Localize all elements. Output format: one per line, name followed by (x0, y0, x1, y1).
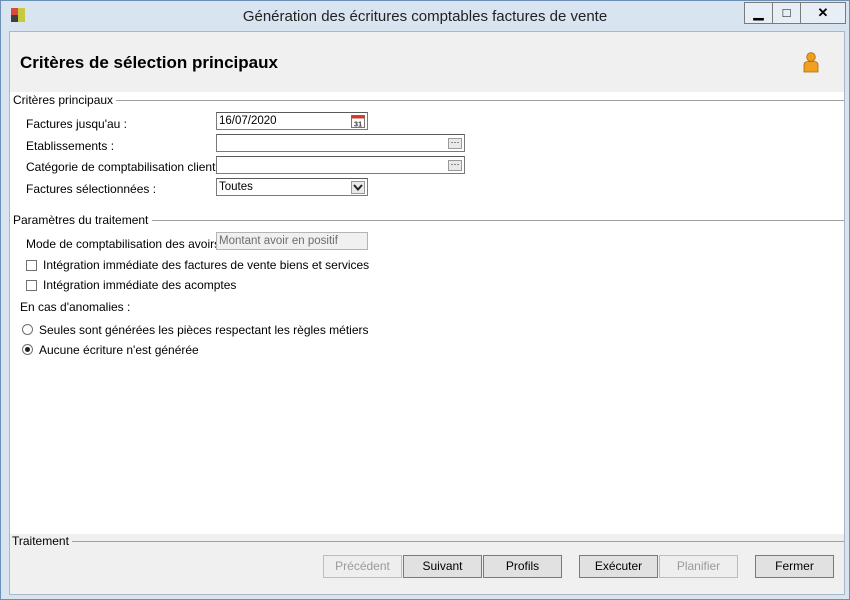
radio-no-entry-label[interactable]: Aucune écriture n'est générée (39, 343, 199, 357)
credit-mode-field: Montant avoir en positif (216, 232, 368, 250)
radio-selected-dot (25, 347, 30, 352)
integrate-deposits-checkbox[interactable] (26, 280, 37, 291)
execute-button[interactable]: Exécuter (579, 555, 658, 578)
app-window: Génération des écritures comptables fact… (0, 0, 850, 600)
establishments-browse-button[interactable]: ··· (448, 138, 462, 149)
profiles-button[interactable]: Profils (483, 555, 562, 578)
next-button[interactable]: Suivant (403, 555, 482, 578)
selected-invoices-label: Factures sélectionnées : (26, 182, 157, 196)
client-category-label: Catégorie de comptabilisation client : (26, 160, 223, 174)
close-button[interactable]: Fermer (755, 555, 834, 578)
title-bar[interactable]: Génération des écritures comptables fact… (1, 1, 849, 31)
anomalies-label: En cas d'anomalies : (20, 300, 131, 314)
group-divider (110, 100, 844, 101)
client-category-browse-button[interactable]: ··· (448, 160, 462, 171)
previous-button[interactable]: Précédent (323, 555, 402, 578)
footer-group-label: Traitement (12, 534, 72, 548)
invoices-until-date-field[interactable]: 16/07/2020 (216, 112, 368, 130)
client-category-field[interactable] (216, 156, 465, 174)
window-title: Génération des écritures comptables fact… (242, 8, 608, 25)
radio-no-entry[interactable] (22, 344, 33, 355)
dialog-body: Critères de sélection principaux Critère… (9, 31, 845, 595)
calendar-icon[interactable]: 31 (351, 114, 365, 128)
schedule-button[interactable]: Planifier (659, 555, 738, 578)
selected-invoices-select[interactable]: Toutes (216, 178, 368, 196)
invoices-until-label: Factures jusqu'au : (26, 117, 128, 131)
radio-rules-only[interactable] (22, 324, 33, 335)
footer-panel: Traitement Précédent Suivant Profils Exé… (10, 534, 844, 594)
integrate-invoices-label[interactable]: Intégration immédiate des factures de ve… (43, 258, 369, 272)
chevron-down-icon[interactable] (351, 181, 365, 194)
page-title: Critères de sélection principaux (20, 53, 278, 72)
integrate-invoices-checkbox[interactable] (26, 260, 37, 271)
credit-mode-label: Mode de comptabilisation des avoirs : (26, 237, 227, 251)
establishments-field[interactable] (216, 134, 465, 152)
integrate-deposits-label[interactable]: Intégration immédiate des acomptes (43, 278, 236, 292)
close-window-button[interactable]: ✕ (800, 2, 846, 24)
criteria-group-label: Critères principaux (13, 93, 117, 107)
group-divider (66, 541, 844, 542)
svg-text:31: 31 (354, 120, 362, 129)
processing-group-label: Paramètres du traitement (13, 213, 152, 227)
person-icon (803, 52, 819, 73)
establishments-label: Etablissements : (26, 139, 115, 153)
radio-rules-label[interactable]: Seules sont générées les pièces respecta… (39, 323, 369, 337)
group-divider (152, 220, 844, 221)
maximize-button[interactable]: □ (772, 2, 801, 24)
page-header: Critères de sélection principaux (10, 32, 844, 92)
minimize-button[interactable]: ▁ (744, 2, 773, 24)
